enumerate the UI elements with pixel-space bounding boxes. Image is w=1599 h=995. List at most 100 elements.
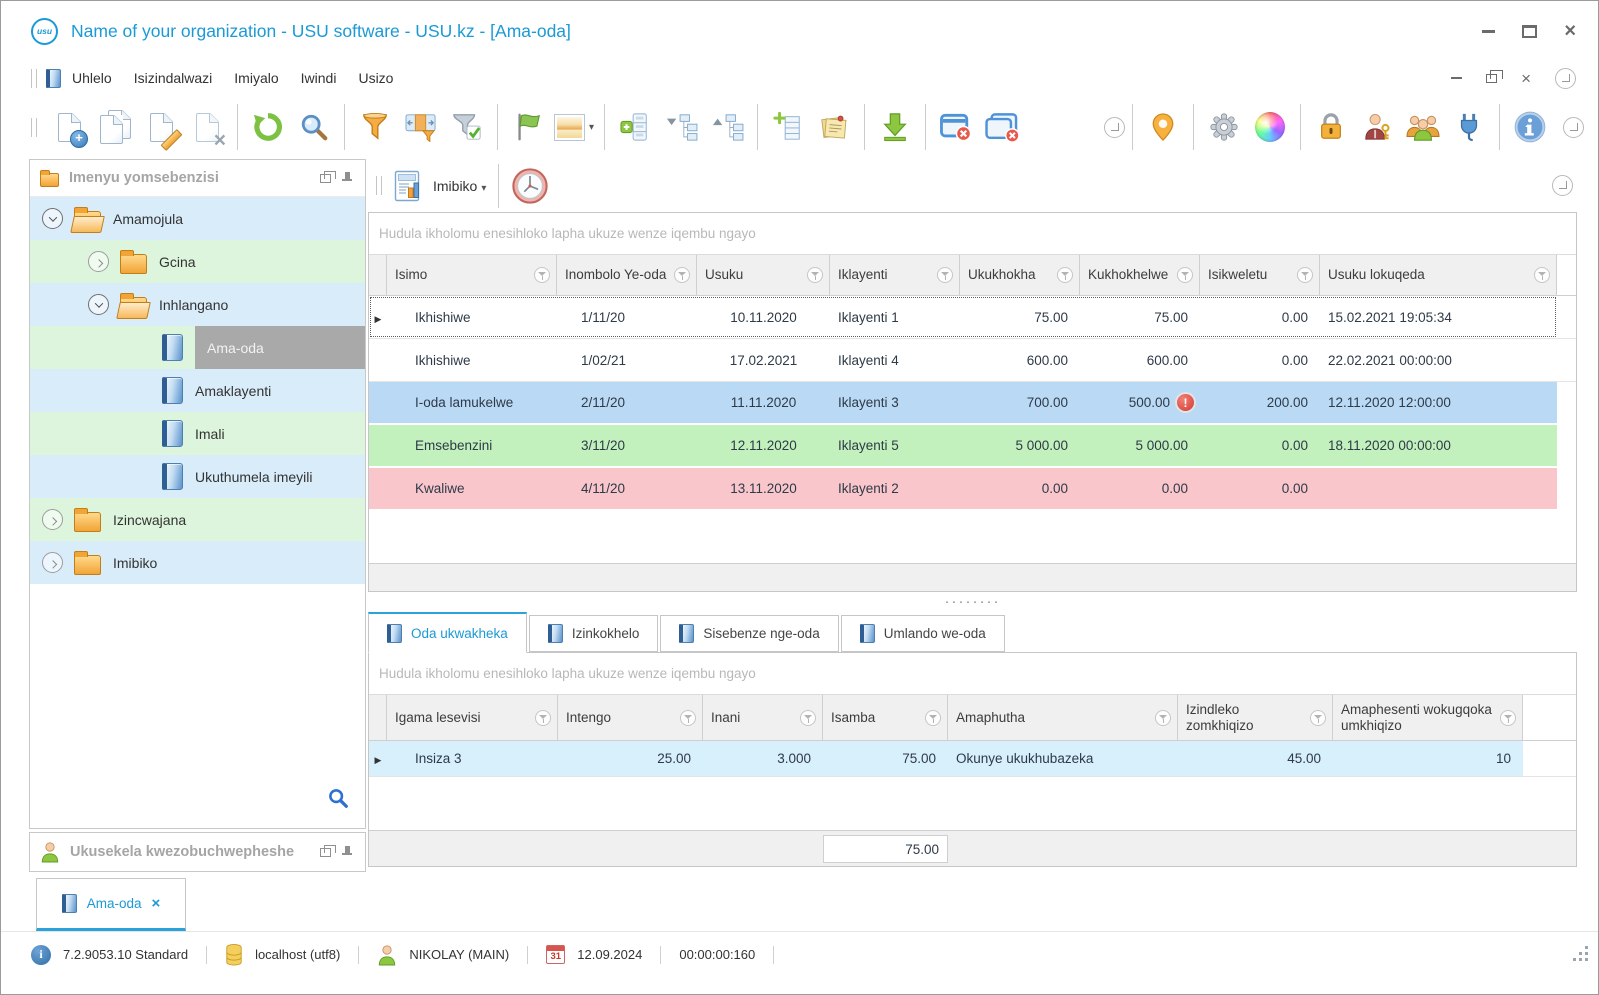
order-cell[interactable]: Iklayenti 3 <box>830 382 960 423</box>
column-header-isamba[interactable]: Isamba <box>823 695 948 740</box>
close-all-windows-button[interactable] <box>979 101 1025 153</box>
filter-icon[interactable] <box>807 267 823 283</box>
column-header-iklayenti[interactable]: Iklayenti <box>830 255 960 295</box>
order-cell[interactable]: 0.00 <box>1200 425 1320 466</box>
flag-button[interactable] <box>505 101 551 153</box>
sidebar-item-ama-oda[interactable]: Ama-oda <box>30 326 365 369</box>
export-button[interactable] <box>872 101 918 153</box>
expand-tree-button[interactable] <box>658 101 704 153</box>
filter-icon[interactable] <box>937 267 953 283</box>
mdi-minimize-icon[interactable] <box>1451 76 1463 80</box>
search-button[interactable] <box>291 101 337 153</box>
menu-uhlelo[interactable]: Uhlelo <box>61 70 123 86</box>
resize-grip[interactable] <box>1585 958 1588 961</box>
filter-icon[interactable] <box>1310 709 1326 726</box>
menu-imiyalo[interactable]: Imiyalo <box>223 70 289 86</box>
close-window-button[interactable] <box>933 101 979 153</box>
image-button[interactable] <box>551 101 597 153</box>
group-rows-button[interactable] <box>612 101 658 153</box>
order-cell[interactable]: 5 000.00 <box>960 425 1080 466</box>
order-cell[interactable]: 700.00 <box>960 382 1080 423</box>
info-button[interactable] <box>1507 101 1553 153</box>
sidebar-item-amaklayenti[interactable]: Amaklayenti <box>30 369 365 412</box>
filter-icon[interactable] <box>925 709 941 726</box>
group-by-box[interactable]: Hudula ikholomu enesihloko lapha ukuze w… <box>369 653 1576 695</box>
more-commands-icon[interactable] <box>1552 175 1573 196</box>
notes-button[interactable] <box>811 101 857 153</box>
order-row[interactable]: I-oda lamukelwe 2/11/20 11.11.2020 Iklay… <box>369 382 1576 425</box>
order-cell[interactable]: Kwaliwe <box>387 468 557 509</box>
order-cell[interactable]: 12.11.2020 <box>697 425 830 466</box>
float-panel-icon[interactable] <box>320 170 336 183</box>
column-header-usuku-lokuqeda[interactable]: Usuku lokuqeda <box>1320 255 1557 295</box>
sidebar-item-ukuthumela-imeyili[interactable]: Ukuthumela imeyili <box>30 455 365 498</box>
order-cell[interactable]: 600.00 <box>1080 339 1200 381</box>
column-header-inombolo-ye-oda[interactable]: Inombolo Ye-oda <box>557 255 697 295</box>
filter-icon[interactable] <box>1177 267 1193 283</box>
add-row-button[interactable] <box>765 101 811 153</box>
order-cell[interactable]: 13.11.2020 <box>697 468 830 509</box>
order-cell[interactable]: 75.00 <box>1080 296 1200 338</box>
order-cell[interactable]: 1/02/21 <box>557 339 697 381</box>
sidebar-item-imibiko[interactable]: Imibiko <box>30 541 365 584</box>
order-cell[interactable]: 12.11.2020 12:00:00 <box>1320 382 1557 423</box>
service-cell[interactable]: 3.000 <box>703 741 823 776</box>
column-header-intengo[interactable]: Intengo <box>558 695 703 740</box>
order-cell[interactable]: 10.11.2020 <box>697 296 830 338</box>
order-cell[interactable]: 22.02.2021 00:00:00 <box>1320 339 1557 381</box>
column-header-amaphesenti[interactable]: Amaphesenti wokugqoka umkhiqizo <box>1333 695 1523 740</box>
column-header-inani[interactable]: Inani <box>703 695 823 740</box>
reports-dropdown-button[interactable]: Imibiko <box>433 178 486 194</box>
column-header-igama-lesevisi[interactable]: Igama lesevisi <box>387 695 558 740</box>
order-cell[interactable]: Emsebenzini <box>387 425 557 466</box>
tab-sisebenze-nge-oda[interactable]: Sisebenze nge-oda <box>660 615 839 652</box>
menu-isizindalwazi[interactable]: Isizindalwazi <box>123 70 224 86</box>
order-cell[interactable]: 2/11/20 <box>557 382 697 423</box>
collapse-node-icon[interactable] <box>88 294 109 315</box>
filter-icon[interactable] <box>535 709 551 726</box>
service-cell[interactable]: 45.00 <box>1178 741 1333 776</box>
order-row[interactable]: Emsebenzini 3/11/20 12.11.2020 Iklayenti… <box>369 425 1576 468</box>
filter-icon[interactable] <box>534 267 550 283</box>
service-cell[interactable]: 25.00 <box>558 741 703 776</box>
order-cell[interactable]: 11.11.2020 <box>697 382 830 423</box>
order-cell[interactable]: 15.02.2021 19:05:34 <box>1320 296 1557 338</box>
sidebar-item-izincwajana[interactable]: Izincwajana <box>30 498 365 541</box>
filter-icon[interactable] <box>1155 709 1171 726</box>
column-header-isikweletu[interactable]: Isikweletu <box>1200 255 1320 295</box>
filter-columns-button[interactable] <box>398 101 444 153</box>
filter-apply-button[interactable] <box>444 101 490 153</box>
order-cell[interactable]: 18.11.2020 00:00:00 <box>1320 425 1557 466</box>
tree-search-button[interactable] <box>327 787 349 814</box>
sidebar-item-gcina[interactable]: Gcina <box>30 240 365 283</box>
service-cell[interactable]: Insiza 3 <box>387 741 558 776</box>
order-cell[interactable]: 600.00 <box>960 339 1080 381</box>
expand-node-icon[interactable] <box>42 552 63 573</box>
order-cell[interactable]: 4/11/20 <box>557 468 697 509</box>
float-panel-icon[interactable] <box>320 844 336 857</box>
column-header-izindleko-zomkhiqizo[interactable]: Izindleko zomkhiqizo <box>1178 695 1333 740</box>
user-groups-button[interactable] <box>1400 101 1446 153</box>
chevron-down-icon[interactable] <box>1555 67 1576 89</box>
pin-icon[interactable] <box>341 845 353 860</box>
close-tab-icon[interactable] <box>152 896 161 911</box>
edit-document-button[interactable] <box>138 101 184 153</box>
column-header-ukukhokha[interactable]: Ukukhokha <box>960 255 1080 295</box>
order-cell[interactable] <box>1320 468 1557 509</box>
order-cell[interactable]: 0.00 <box>1200 468 1320 509</box>
order-cell[interactable]: 17.02.2021 <box>697 339 830 381</box>
user-permissions-button[interactable] <box>1354 101 1400 153</box>
maximize-icon[interactable] <box>1522 24 1538 38</box>
order-cell[interactable]: Iklayenti 5 <box>830 425 960 466</box>
toolbar-grip[interactable] <box>31 68 37 88</box>
service-cell[interactable]: 75.00 <box>823 741 948 776</box>
filter-icon[interactable] <box>1297 267 1313 283</box>
collapse-node-icon[interactable] <box>42 208 63 229</box>
service-row[interactable]: Insiza 3 25.00 3.000 75.00 Okunye ukukhu… <box>369 741 1576 777</box>
order-cell[interactable]: 0.00 <box>1200 296 1320 338</box>
dropdown-arrow-icon[interactable] <box>589 122 594 133</box>
order-cell[interactable]: Iklayenti 1 <box>830 296 960 338</box>
lock-button[interactable] <box>1308 101 1354 153</box>
order-cell[interactable]: 200.00 <box>1200 382 1320 423</box>
column-header-amaphutha[interactable]: Amaphutha <box>948 695 1178 740</box>
